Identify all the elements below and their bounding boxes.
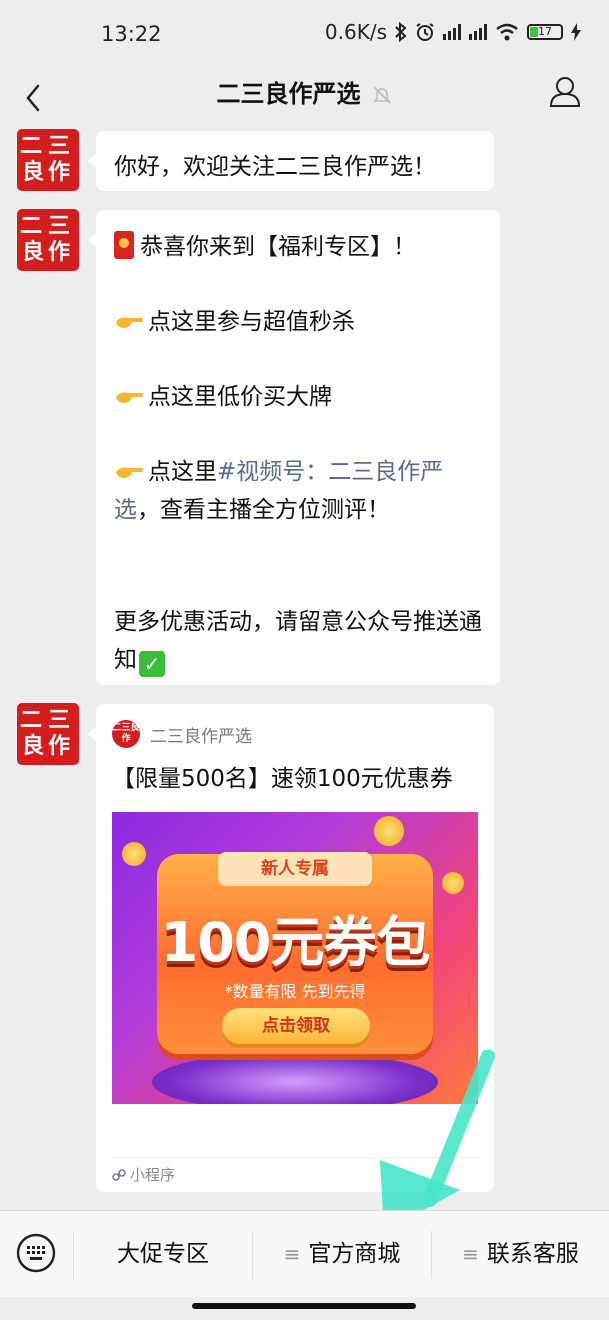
- submenu-icon: ≡: [462, 1242, 479, 1266]
- message-welfare: 恭喜你来到【福利专区】！ 点这里参与超值秒杀 点这里低价买大牌 点这里#视频号：…: [88, 210, 500, 685]
- wifi-icon: [496, 23, 518, 41]
- signal-icon-1: [443, 24, 461, 40]
- mini-program-logo: 二三良作: [112, 720, 140, 748]
- red-envelope-icon: [114, 231, 134, 259]
- check-mark-icon: ✓: [139, 651, 165, 677]
- account-avatar[interactable]: 二三 良作: [17, 209, 79, 271]
- greeting-text: 你好，欢迎关注二三良作严选！: [114, 154, 436, 180]
- menu-item-promotion[interactable]: 大促专区: [74, 1211, 252, 1297]
- claim-button: 点击领取: [222, 1008, 370, 1044]
- message-greeting: 你好，欢迎关注二三良作严选！: [88, 131, 494, 191]
- coupon-headline: 100元券包: [160, 911, 431, 974]
- menu-item-customer-service[interactable]: ≡ 联系客服: [432, 1211, 609, 1297]
- coin-icon: [442, 872, 464, 894]
- mini-program-icon: [112, 1169, 126, 1181]
- mute-bell-icon: [372, 86, 391, 104]
- page-title: 二三良作严选: [0, 74, 609, 109]
- coupon-subtext: *数量有限 先到先得: [224, 982, 366, 1001]
- charging-icon: [571, 23, 581, 41]
- net-speed: 0.6K/s: [324, 20, 387, 44]
- mini-program-footer: 小程序: [112, 1157, 478, 1192]
- pointing-hand-icon: [116, 392, 143, 403]
- account-avatar[interactable]: 二三 良作: [17, 129, 79, 191]
- mini-program-account: 二三良作严选: [150, 726, 252, 747]
- coin-icon: [122, 842, 146, 866]
- bluetooth-icon: [395, 22, 407, 42]
- menu-item-official-store[interactable]: ≡ 官方商城: [253, 1211, 431, 1297]
- profile-icon[interactable]: [545, 72, 585, 112]
- mini-program-header: 二三良作 二三良作严选: [112, 720, 478, 748]
- stage-podium: [152, 1052, 438, 1104]
- battery-icon: 17: [527, 24, 563, 40]
- keyboard-icon[interactable]: [16, 1233, 56, 1273]
- status-icons: 0.6K/s 17: [325, 20, 581, 44]
- mini-program-card[interactable]: 二三良作 二三良作严选 【限量500名】速领100元优惠券 新人专属 100元券…: [88, 704, 494, 1192]
- pointing-hand-icon: [116, 317, 143, 328]
- mini-program-title: 【限量500名】速领100元优惠券: [112, 766, 453, 792]
- bottom-menu: 大促专区 ≡ 官方商城 ≡ 联系客服: [0, 1210, 609, 1297]
- status-time: 13:22: [101, 22, 162, 46]
- nav-bar: 二三良作严选: [0, 68, 609, 128]
- account-avatar[interactable]: 二三 良作: [17, 703, 79, 765]
- seckill-link[interactable]: 点这里参与超值秒杀: [114, 303, 482, 341]
- alarm-icon: [416, 23, 434, 41]
- coupon-banner-image: 新人专属 100元券包 *数量有限 先到先得 点击领取: [112, 812, 478, 1104]
- status-bar: 13:22 0.6K/s 17: [0, 0, 609, 68]
- signal-icon-2: [469, 24, 487, 40]
- home-indicator[interactable]: [192, 1303, 416, 1309]
- submenu-icon: ≡: [283, 1242, 301, 1266]
- pointing-hand-icon: [116, 467, 143, 478]
- brand-link[interactable]: 点这里低价买大牌: [114, 378, 482, 416]
- new-user-tag: 新人专属: [218, 852, 372, 886]
- coin-icon: [374, 816, 404, 846]
